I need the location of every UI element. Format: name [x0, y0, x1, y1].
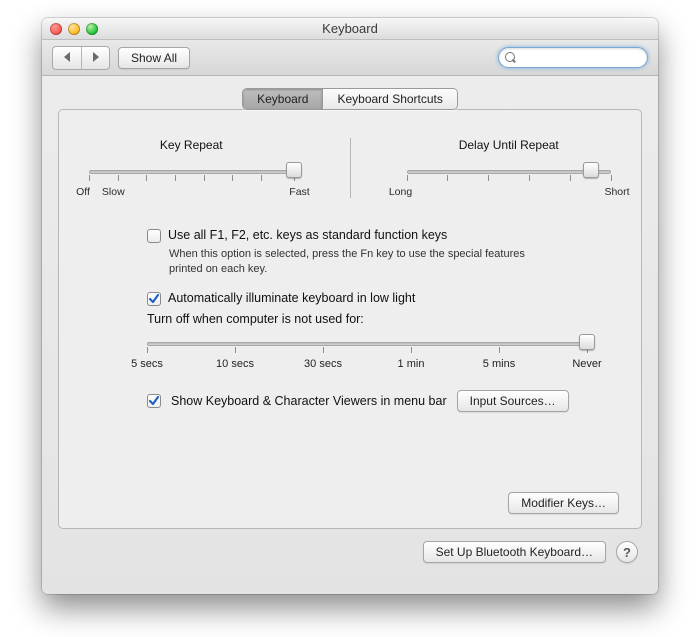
illuminate-checkbox[interactable]	[147, 292, 161, 306]
sliders-row: Key Repeat Off	[83, 138, 617, 200]
delay-short-label: Short	[604, 186, 629, 198]
toolbar: Show All	[42, 40, 658, 76]
illuminate-label: Automatically illuminate keyboard in low…	[168, 291, 415, 305]
turnoff-tick-labels: 5 secs 10 secs 30 secs 1 min 5 mins Neve…	[147, 358, 587, 374]
input-sources-button[interactable]: Input Sources…	[457, 390, 569, 412]
show-all-button[interactable]: Show All	[118, 47, 190, 69]
search-icon	[505, 52, 516, 64]
content-area: Keyboard Keyboard Shortcuts Key Repeat	[42, 76, 658, 594]
tab-bar: Keyboard Keyboard Shortcuts	[58, 88, 642, 110]
tick-5secs: 5 secs	[131, 358, 163, 370]
tab-keyboard-shortcuts[interactable]: Keyboard Shortcuts	[322, 89, 456, 109]
delay-long-label: Long	[389, 186, 412, 198]
keyboard-pane: Key Repeat Off	[58, 109, 642, 529]
key-repeat-title: Key Repeat	[83, 138, 300, 152]
modifier-keys-button[interactable]: Modifier Keys…	[508, 492, 619, 514]
turnoff-slider[interactable]	[147, 332, 587, 354]
fn-keys-label: Use all F1, F2, etc. keys as standard fu…	[168, 228, 447, 242]
divider	[350, 138, 351, 198]
key-repeat-off-label: Off	[76, 186, 90, 198]
key-repeat-group: Key Repeat Off	[83, 138, 300, 200]
delay-title: Delay Until Repeat	[401, 138, 618, 152]
tick-5mins: 5 mins	[483, 358, 515, 370]
key-repeat-slow-label: Slow	[102, 186, 125, 198]
tick-never: Never	[572, 358, 601, 370]
chevron-left-icon	[63, 50, 72, 65]
nav-segment	[52, 46, 110, 70]
fn-keys-checkbox[interactable]	[147, 229, 161, 243]
delay-group: Delay Until Repeat Long Short	[401, 138, 618, 200]
key-repeat-slider[interactable]	[89, 160, 294, 180]
search-input[interactable]	[520, 50, 639, 66]
delay-slider[interactable]	[407, 160, 612, 180]
tab-keyboard[interactable]: Keyboard	[243, 89, 322, 109]
key-repeat-fast-label: Fast	[289, 186, 309, 198]
bluetooth-keyboard-button[interactable]: Set Up Bluetooth Keyboard…	[423, 541, 606, 563]
forward-button[interactable]	[81, 47, 109, 69]
back-button[interactable]	[53, 47, 81, 69]
search-field[interactable]	[498, 47, 648, 68]
help-button[interactable]: ?	[616, 541, 638, 563]
viewers-label: Show Keyboard & Character Viewers in men…	[171, 394, 447, 408]
window-title: Keyboard	[42, 21, 658, 36]
turnoff-label: Turn off when computer is not used for:	[147, 312, 607, 326]
titlebar: Keyboard	[42, 18, 658, 40]
footer: Set Up Bluetooth Keyboard… ?	[58, 541, 642, 563]
fn-keys-hint: When this option is selected, press the …	[169, 247, 549, 277]
tick-30secs: 30 secs	[304, 358, 342, 370]
chevron-right-icon	[91, 50, 100, 65]
viewers-checkbox[interactable]	[147, 394, 161, 408]
help-icon: ?	[623, 545, 631, 560]
tick-1min: 1 min	[398, 358, 425, 370]
tick-10secs: 10 secs	[216, 358, 254, 370]
preferences-window: Keyboard Show All Keyboard K	[42, 18, 658, 594]
